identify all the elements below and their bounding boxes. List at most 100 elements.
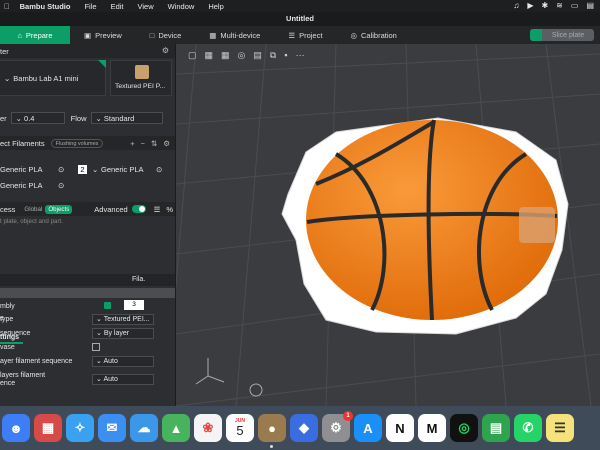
edit-icon[interactable]: ⊙ bbox=[156, 165, 162, 174]
whatsapp-icon[interactable]: ✆ bbox=[514, 414, 542, 442]
filament-row[interactable]: Generic PLA ⊙ 2 ⌄ Generic PLA ⊙ bbox=[0, 162, 175, 176]
grid-view-icon[interactable]: ▦ bbox=[221, 50, 230, 61]
setting-other-layers-sequence: layers filament ence ⌄ Auto bbox=[0, 372, 176, 392]
selected-row[interactable] bbox=[0, 288, 175, 298]
setting-vase: vase bbox=[0, 342, 176, 354]
menu-window[interactable]: Window bbox=[168, 2, 195, 11]
viewport-canvas[interactable] bbox=[176, 44, 600, 406]
orient-icon[interactable] bbox=[249, 383, 263, 397]
objects-tab[interactable]: Objects bbox=[45, 204, 73, 214]
bluetooth-icon[interactable]: ✱ bbox=[541, 1, 548, 10]
tab-prepare[interactable]: ⌂ Prepare bbox=[0, 26, 70, 44]
more-icon[interactable]: ⋯ bbox=[296, 50, 305, 61]
menu-app-name[interactable]: Bambu Studio bbox=[20, 2, 71, 11]
shortcut-icon[interactable]: ◆ bbox=[290, 414, 318, 442]
weather-icon[interactable]: ☁ bbox=[130, 414, 158, 442]
vase-checkbox[interactable] bbox=[92, 343, 100, 351]
setting-label: layers filament bbox=[0, 372, 46, 379]
menu-edit[interactable]: Edit bbox=[111, 2, 124, 11]
add-icon[interactable]: + bbox=[130, 139, 134, 148]
m-app-icon[interactable]: M bbox=[418, 414, 446, 442]
launchpad-icon[interactable]: ▦ bbox=[34, 414, 62, 442]
notes-icon[interactable]: ☰ bbox=[546, 414, 574, 442]
spotify-icon[interactable]: ◎ bbox=[450, 414, 478, 442]
plate-type-label: Textured PEI P... bbox=[115, 83, 166, 90]
add-object-icon[interactable]: ▢ bbox=[188, 50, 197, 61]
global-tab[interactable]: Global bbox=[21, 205, 45, 214]
menu-help[interactable]: Help bbox=[208, 2, 223, 11]
add-plate-icon[interactable]: ▦ bbox=[205, 50, 214, 61]
plate-type-selector[interactable]: Textured PEI P... bbox=[110, 60, 172, 96]
settings-icon[interactable]: ⚙ 1 bbox=[322, 411, 353, 442]
split-icon[interactable]: ⧉ bbox=[270, 50, 276, 61]
selected-corner bbox=[98, 60, 106, 68]
setting-first-layer-sequence: ayer filament sequence ⌄ Auto bbox=[0, 356, 176, 368]
other-layers-sequence-select[interactable]: ⌄ Auto bbox=[92, 374, 154, 385]
mail-icon[interactable]: ✉ bbox=[98, 414, 126, 442]
wifi-icon[interactable]: ≋ bbox=[556, 1, 563, 10]
slice-toggle[interactable] bbox=[530, 29, 542, 41]
transparent-cube[interactable] bbox=[519, 207, 555, 243]
battery-icon[interactable]: ▭ bbox=[571, 1, 579, 10]
setting-label: ayer filament sequence bbox=[0, 358, 73, 365]
printer-section-title: ter bbox=[0, 46, 9, 56]
filament-name[interactable]: Generic PLA bbox=[101, 165, 144, 174]
remove-icon[interactable]: − bbox=[141, 139, 145, 148]
object-row[interactable]: mbly 3 bbox=[0, 300, 175, 312]
slice-plate-button[interactable]: Slice plate bbox=[530, 29, 594, 41]
sequence-select[interactable]: ⌄ By layer bbox=[92, 328, 154, 339]
viewport-toolbar: ▢ ▦ ▦ ◎ ▤ ⧉ ▪ ⋯ bbox=[188, 50, 305, 61]
printer-section-header: ter ⚙ bbox=[0, 44, 175, 58]
nozzle-select[interactable]: ⌄ 0.4 bbox=[10, 112, 65, 124]
finder-icon[interactable]: ☻ bbox=[2, 414, 30, 442]
safari-icon[interactable]: ✧ bbox=[66, 414, 94, 442]
setting-value: By layer bbox=[103, 330, 130, 337]
plate-type-select[interactable]: ⌄ Textured PEI... bbox=[92, 314, 154, 325]
flow-select[interactable]: ⌄ Standard bbox=[90, 112, 163, 124]
first-layer-sequence-select[interactable]: ⌄ Auto bbox=[92, 356, 154, 367]
menu-bar:  Bambu Studio File Edit View Window Hel… bbox=[0, 0, 600, 12]
object-name: mbly bbox=[0, 302, 15, 310]
headphones-icon[interactable]: ♫ bbox=[513, 1, 519, 10]
arrange-icon[interactable]: ▤ bbox=[253, 50, 262, 61]
appstore-icon[interactable]: A bbox=[354, 414, 382, 442]
3d-viewport[interactable]: ▢ ▦ ▦ ◎ ▤ ⧉ ▪ ⋯ bbox=[176, 44, 600, 406]
bambu-icon[interactable]: ● bbox=[258, 414, 286, 448]
calibration-icon: ◎ bbox=[350, 30, 357, 40]
printer-selector[interactable]: ⌄ Bambu Lab A1 mini bbox=[0, 60, 106, 96]
tab-preview[interactable]: ▣ Preview bbox=[70, 26, 136, 44]
numbers-icon[interactable]: ▤ bbox=[482, 414, 510, 442]
visible-checkbox[interactable] bbox=[104, 302, 111, 309]
advanced-toggle[interactable] bbox=[131, 205, 146, 213]
setting-label: ence bbox=[0, 380, 16, 387]
filament-row[interactable]: Generic PLA ⊙ bbox=[0, 178, 175, 192]
edit-icon[interactable]: ⊙ bbox=[58, 165, 64, 174]
menu-file[interactable]: File bbox=[84, 2, 96, 11]
sync-icon[interactable]: ⇅ bbox=[151, 139, 157, 148]
setting-label: sequence bbox=[0, 330, 31, 337]
tab-calibration[interactable]: ◎ Calibration bbox=[336, 26, 410, 44]
filament-number[interactable]: 3 bbox=[124, 300, 144, 310]
photos-icon[interactable]: ❀ bbox=[194, 414, 222, 442]
notion-icon[interactable]: N bbox=[386, 414, 414, 442]
edit-icon[interactable]: ⊙ bbox=[58, 181, 64, 190]
orient-tool-icon[interactable]: ◎ bbox=[238, 50, 246, 61]
tab-device[interactable]: □ Device bbox=[136, 26, 195, 44]
tab-project[interactable]: ☰ Project bbox=[274, 26, 336, 44]
list-icon[interactable]: ☰ bbox=[154, 205, 161, 214]
printer-name: Bambu Lab A1 mini bbox=[13, 73, 79, 83]
control-center-icon[interactable]: ▤ bbox=[586, 1, 594, 10]
flushing-volumes-button[interactable]: Flushing volumes bbox=[50, 138, 104, 148]
layout-icon[interactable]: ▪ bbox=[284, 50, 287, 61]
tab-multi-device[interactable]: ▦ Multi-device bbox=[195, 26, 274, 44]
gear-icon[interactable]: ⚙ bbox=[162, 46, 169, 55]
menu-view[interactable]: View bbox=[138, 2, 154, 11]
maps-icon[interactable]: ▲ bbox=[162, 414, 190, 442]
home-icon: ⌂ bbox=[17, 30, 22, 40]
gear-icon[interactable]: ⚙ bbox=[163, 139, 170, 148]
media-icon[interactable]: ▶ bbox=[527, 1, 533, 10]
calendar-icon[interactable]: JUN 5 bbox=[226, 414, 254, 442]
percent-icon[interactable]: % bbox=[166, 205, 173, 214]
apple-icon[interactable]:  bbox=[4, 2, 10, 11]
nozzle-label: er bbox=[0, 113, 7, 123]
